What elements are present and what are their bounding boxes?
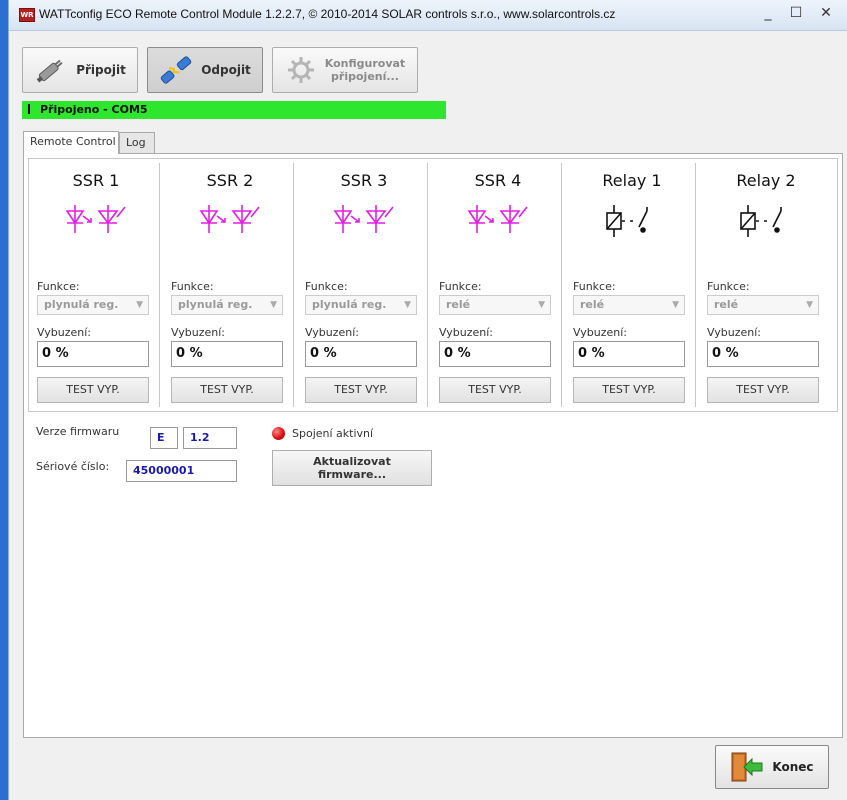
update-firmware-button[interactable]: Aktualizovat firmware... [272, 450, 432, 486]
channel-title: Relay 1 [602, 171, 662, 190]
serial-number-value: 45000001 [126, 460, 237, 482]
update-firmware-line1: Aktualizovat [313, 455, 391, 468]
remote-control-panel: SSR 1 Funkce: plynulá reg. ▼ Vybuzení: 0 … [23, 153, 843, 738]
test-off-button[interactable]: TEST VYP. [439, 377, 551, 403]
channel-relay-2: Relay 2 Funkce: relé ▼ Vybuzení: 0 % TEST… [703, 163, 829, 407]
title-bar[interactable]: WR WATTconfig ECO Remote Control Module … [9, 0, 847, 31]
test-off-button[interactable]: TEST VYP. [305, 377, 417, 403]
ssr-icon [333, 205, 394, 233]
connection-status-text: Připojeno - COM5 [40, 103, 148, 116]
connection-status-bar: Připojeno - COM5 [22, 101, 446, 119]
function-select[interactable]: plynulá reg. ▼ [37, 295, 149, 315]
test-off-button[interactable]: TEST VYP. [171, 377, 283, 403]
ssr-icon [65, 205, 126, 233]
update-firmware-line2: firmware... [317, 468, 387, 481]
function-label: Funkce: [305, 280, 348, 293]
close-button[interactable]: ✕ [813, 4, 839, 24]
function-label: Funkce: [37, 280, 80, 293]
serial-number-label: Sériové číslo: [36, 460, 110, 473]
test-off-button[interactable]: TEST VYP. [573, 377, 685, 403]
chevron-down-icon: ▼ [672, 300, 679, 310]
relay-icon [740, 205, 782, 237]
connect-label: Připojit [76, 63, 126, 77]
exit-label: Konec [772, 760, 814, 774]
function-label: Funkce: [171, 280, 214, 293]
relay-icon [606, 205, 648, 237]
chevron-down-icon: ▼ [136, 300, 143, 310]
configure-label-line2: připojení... [331, 70, 399, 83]
disconnect-button[interactable]: Odpojit [147, 47, 263, 93]
test-off-button[interactable]: TEST VYP. [707, 377, 819, 403]
plug-icon [36, 59, 63, 83]
function-label: Funkce: [439, 280, 482, 293]
function-value: plynulá reg. [312, 298, 387, 311]
function-select[interactable]: relé ▼ [439, 295, 551, 315]
chevron-down-icon: ▼ [538, 300, 545, 310]
configure-connection-button[interactable]: Konfigurovat připojení... [272, 47, 418, 93]
connection-active-text: Spojení aktivní [292, 427, 374, 440]
function-value: relé [446, 298, 471, 311]
test-off-button[interactable]: TEST VYP. [37, 377, 149, 403]
firmware-version-prefix: E [150, 427, 178, 449]
function-label: Funkce: [707, 280, 750, 293]
excitation-value: 0 % [171, 341, 283, 367]
function-value: relé [714, 298, 739, 311]
ssr-icon [199, 205, 260, 233]
firmware-version-value: 1.2 [183, 427, 237, 449]
tab-log[interactable]: Log [119, 132, 155, 154]
gear-icon [287, 57, 314, 83]
app-logo-icon: WR [19, 8, 35, 22]
maximize-button[interactable]: ☐ [783, 4, 809, 24]
excitation-value: 0 % [37, 341, 149, 367]
channel-title: SSR 3 [340, 171, 388, 190]
app-window: WR WATTconfig ECO Remote Control Module … [8, 0, 847, 800]
excitation-label: Vybuzení: [305, 326, 359, 339]
excitation-label: Vybuzení: [707, 326, 761, 339]
channel-ssr-4: SSR 4 Funkce: relé ▼ Vybuzení: 0 % TEST V… [435, 163, 562, 407]
channel-ssr-3: SSR 3 Funkce: plynulá reg. ▼ Vybuzení: 0 … [301, 163, 428, 407]
channel-title: SSR 1 [72, 171, 120, 190]
status-indicator [28, 104, 30, 114]
firmware-version-label: Verze firmwaru [36, 425, 120, 438]
function-value: plynulá reg. [178, 298, 253, 311]
function-value: plynulá reg. [44, 298, 119, 311]
disconnect-label: Odpojit [201, 63, 251, 77]
minimize-button[interactable]: _ [755, 4, 781, 24]
exit-button[interactable]: Konec [715, 745, 829, 789]
function-label: Funkce: [573, 280, 616, 293]
chevron-down-icon: ▼ [806, 300, 813, 310]
channel-title: SSR 2 [206, 171, 254, 190]
channel-ssr-2: SSR 2 Funkce: plynulá reg. ▼ Vybuzení: 0 … [167, 163, 294, 407]
ssr-icon [467, 205, 528, 233]
channel-ssr-1: SSR 1 Funkce: plynulá reg. ▼ Vybuzení: 0 … [33, 163, 160, 407]
function-select[interactable]: plynulá reg. ▼ [171, 295, 283, 315]
window-title: WATTconfig ECO Remote Control Module 1.2… [39, 7, 616, 21]
connection-led-icon [272, 427, 285, 440]
channel-title: SSR 4 [474, 171, 522, 190]
function-select[interactable]: plynulá reg. ▼ [305, 295, 417, 315]
excitation-value: 0 % [573, 341, 685, 367]
channel-relay-1: Relay 1 Funkce: relé ▼ Vybuzení: 0 % TEST… [569, 163, 696, 407]
tab-remote-control[interactable]: Remote Control [23, 131, 119, 154]
excitation-value: 0 % [305, 341, 417, 367]
chevron-down-icon: ▼ [270, 300, 277, 310]
excitation-label: Vybuzení: [171, 326, 225, 339]
chevron-down-icon: ▼ [404, 300, 411, 310]
channel-title: Relay 2 [736, 171, 796, 190]
connect-button[interactable]: Připojit [22, 47, 138, 93]
excitation-label: Vybuzení: [37, 326, 91, 339]
function-value: relé [580, 298, 605, 311]
excitation-value: 0 % [707, 341, 819, 367]
unplug-icon [160, 56, 192, 84]
exit-door-icon [731, 752, 763, 782]
function-select[interactable]: relé ▼ [707, 295, 819, 315]
excitation-value: 0 % [439, 341, 551, 367]
channel-group: SSR 1 Funkce: plynulá reg. ▼ Vybuzení: 0 … [28, 158, 838, 412]
function-select[interactable]: relé ▼ [573, 295, 685, 315]
excitation-label: Vybuzení: [439, 326, 493, 339]
configure-label-line1: Konfigurovat [324, 57, 406, 70]
excitation-label: Vybuzení: [573, 326, 627, 339]
